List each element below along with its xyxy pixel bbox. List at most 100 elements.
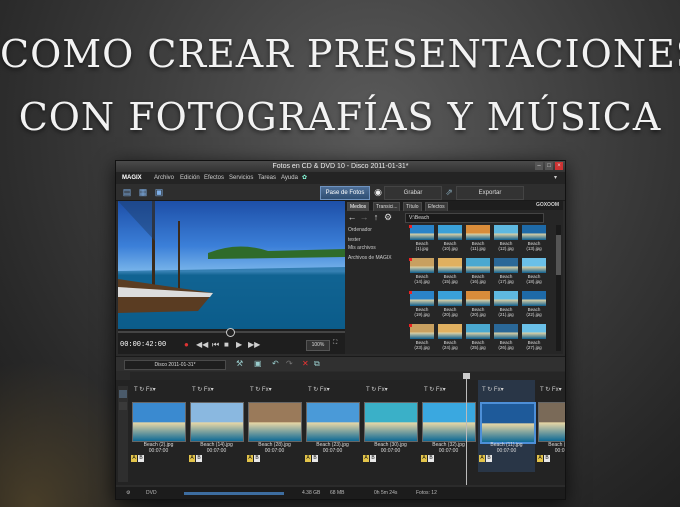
close-icon[interactable]: ×: [555, 162, 563, 170]
media-thumb[interactable]: Beach (12).jpg: [493, 225, 519, 257]
transition-icon[interactable]: AB: [421, 455, 435, 462]
storyboard-mode-icon[interactable]: [119, 390, 127, 398]
save-icon[interactable]: ▣: [154, 187, 164, 197]
up-icon[interactable]: ↑: [371, 212, 381, 222]
prev-icon[interactable]: ⏮: [212, 340, 219, 350]
timeline-clip[interactable]: T ↻ Fx▾ Beach (14).jpg 00:07:00 A B: [188, 380, 245, 472]
media-thumb[interactable]: Beach (17).jpg: [493, 258, 519, 290]
timeline-clip[interactable]: T ↻ Fx▾ Beach (19).jpg00:07:00AB: [536, 380, 565, 472]
playhead[interactable]: [463, 373, 470, 485]
timeline-mode-icon[interactable]: [119, 402, 127, 410]
clip-fx-icons[interactable]: T ↻ Fx▾: [250, 386, 272, 393]
media-thumb[interactable]: Beach (27).jpg: [521, 324, 547, 353]
mode-exportar-button[interactable]: Exportar: [456, 186, 524, 200]
tab-efectos[interactable]: Efectos: [425, 202, 448, 211]
settings-icon[interactable]: ⚙: [383, 212, 393, 222]
beach-photo: [466, 324, 490, 339]
mode-grabar-button[interactable]: Grabar: [384, 186, 442, 200]
tab-titulo[interactable]: Título: [403, 202, 422, 211]
tools-icon[interactable]: ⚒: [236, 359, 243, 368]
media-scrollbar[interactable]: [556, 225, 561, 351]
transition-icon[interactable]: AB: [189, 455, 203, 462]
timeline-clip[interactable]: T ↻ Fx▾ Beach (23).jpg 00:07:00 A B: [304, 380, 361, 472]
transition-icon[interactable]: AB: [247, 455, 261, 462]
media-thumb[interactable]: Beach (16).jpg: [465, 258, 491, 290]
copy-icon[interactable]: ⧉: [314, 359, 320, 369]
open-project-icon[interactable]: ▦: [138, 187, 148, 197]
media-thumb[interactable]: Beach (25).jpg: [465, 324, 491, 353]
maximize-icon[interactable]: □: [545, 162, 553, 170]
tab-transiciones[interactable]: Transici...: [373, 202, 401, 211]
scroll-thumb[interactable]: [556, 235, 561, 275]
media-thumb[interactable]: Beach (20).jpg: [437, 291, 463, 323]
collapse-icon[interactable]: ▾: [554, 172, 557, 184]
menu-archivo[interactable]: Archivo: [154, 172, 174, 184]
stop-icon[interactable]: ■: [224, 340, 229, 349]
media-thumb[interactable]: Beach (20).jpg: [465, 291, 491, 323]
back-icon[interactable]: ←: [347, 212, 357, 222]
clip-fx-icons[interactable]: T ↻ Fx▾: [424, 386, 446, 393]
media-thumb[interactable]: Beach (21).jpg: [493, 291, 519, 323]
clip-thumbnail: [538, 402, 565, 442]
transition-icon[interactable]: AB: [479, 455, 493, 462]
format-select[interactable]: DVD: [146, 487, 157, 499]
redo-icon[interactable]: ↷: [286, 359, 293, 368]
media-thumb[interactable]: Beach (19).jpg: [409, 291, 435, 323]
media-thumb[interactable]: Beach (26).jpg: [493, 324, 519, 353]
timeline-clip[interactable]: T ↻ Fx▾ Beach (11).jpg 00:07:00 A B: [478, 380, 536, 472]
transition-icon[interactable]: AB: [363, 455, 377, 462]
timeline-clip[interactable]: T ↻ Fx▾ Beach (28).jpg 00:07:00 A B: [246, 380, 303, 472]
transition-icon[interactable]: AB: [131, 455, 145, 462]
record-icon[interactable]: ●: [184, 340, 189, 349]
rewind-icon[interactable]: ◀◀: [196, 340, 208, 349]
preview-mode-icon[interactable]: ▣: [254, 359, 262, 368]
clip-fx-icons[interactable]: T ↻ Fx▾: [134, 386, 156, 393]
menu-efectos[interactable]: Efectos: [204, 172, 224, 184]
menu-tareas[interactable]: Tareas: [258, 172, 276, 184]
menu-edicion[interactable]: Edición: [180, 172, 200, 184]
mode-pase-button[interactable]: Pase de Fotos: [320, 186, 370, 200]
minimize-icon[interactable]: –: [535, 162, 543, 170]
media-thumb[interactable]: Beach (13).jpg: [521, 225, 547, 257]
timeline-clip[interactable]: T ↻ Fx▾ Beach (30).jpg 00:07:00 A B: [362, 380, 419, 472]
media-thumb[interactable]: Beach (15).jpg: [437, 258, 463, 290]
path-field[interactable]: V:\Beach: [405, 213, 544, 223]
clip-fx-icons[interactable]: T ↻ Fx▾: [540, 386, 562, 393]
tab-medios[interactable]: Medios: [347, 202, 370, 211]
folder-mis-archivos[interactable]: Mis archivos: [348, 245, 376, 251]
transition-icon[interactable]: AB: [537, 455, 551, 462]
media-thumb[interactable]: Beach (23).jpg: [409, 324, 435, 353]
delete-icon[interactable]: ✕: [302, 359, 309, 368]
media-thumb[interactable]: Beach (24).jpg: [437, 324, 463, 353]
media-thumb[interactable]: Beach (14).jpg: [409, 258, 435, 290]
media-thumb[interactable]: Beach (11).jpg: [465, 225, 491, 257]
media-thumb[interactable]: Beach (18).jpg: [521, 258, 547, 290]
clip-fx-icons[interactable]: T ↻ Fx▾: [366, 386, 388, 393]
folder-tester[interactable]: tester: [348, 237, 361, 243]
menu-ayuda[interactable]: Ayuda: [281, 172, 298, 184]
clip-caption: Beach (28).jpg 00:07:00: [246, 442, 303, 454]
zoom-select[interactable]: 100%: [306, 340, 330, 351]
scrub-handle[interactable]: [226, 328, 235, 337]
forward-nav-icon[interactable]: →: [359, 212, 369, 222]
transition-icon[interactable]: AB: [305, 455, 319, 462]
play-icon[interactable]: ▶: [236, 340, 242, 349]
media-thumb[interactable]: Beach (22).jpg: [521, 291, 547, 323]
timeline-clip[interactable]: T ↻ Fx▾ Beach (2).jpg 00:07:00 A B: [130, 380, 187, 472]
clip-fx-icons[interactable]: T ↻ Fx▾: [482, 386, 504, 393]
settings-status-icon[interactable]: ⚙: [126, 487, 130, 499]
media-thumb[interactable]: Beach (1).jpg: [409, 225, 435, 257]
forward-icon[interactable]: ▶▶: [248, 340, 260, 349]
folder-archivos-magix[interactable]: Archivos de MAGIX: [348, 255, 392, 261]
undo-icon[interactable]: ↶: [272, 359, 279, 368]
timeline-clip[interactable]: T ↻ Fx▾ Beach (32).jpg 00:07:00 A B: [420, 380, 477, 472]
help-icon[interactable]: ✿: [302, 172, 307, 184]
folder-ordenador[interactable]: Ordenador: [348, 227, 372, 233]
clip-fx-icons[interactable]: T ↻ Fx▾: [192, 386, 214, 393]
media-thumb[interactable]: Beach (10).jpg: [437, 225, 463, 257]
disc-select[interactable]: Disco 2011-01-31*: [124, 360, 226, 370]
fullscreen-icon[interactable]: ⛶: [333, 340, 337, 347]
clip-fx-icons[interactable]: T ↻ Fx▾: [308, 386, 330, 393]
new-project-icon[interactable]: ▤: [122, 187, 132, 197]
menu-servicios[interactable]: Servicios: [229, 172, 253, 184]
